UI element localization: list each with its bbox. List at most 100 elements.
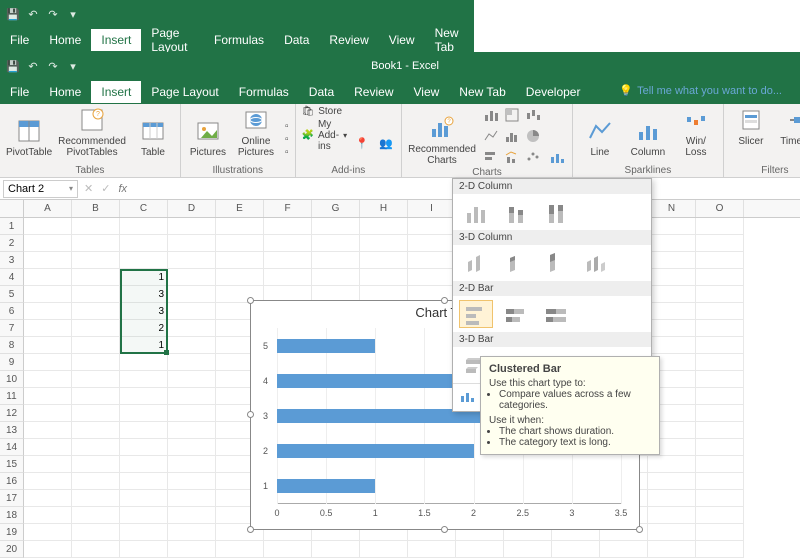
cell-H3[interactable] [360,252,408,269]
chart-option-3dcol-100stacked[interactable] [539,249,573,277]
cell-C7[interactable]: 2 [120,320,168,337]
cell-A15[interactable] [24,456,72,473]
cell-N7[interactable] [648,320,696,337]
pivotchart-button[interactable] [548,148,566,166]
cell-B4[interactable] [72,269,120,286]
cell-D18[interactable] [168,507,216,524]
cell-A17[interactable] [24,490,72,507]
cell-N20[interactable] [648,541,696,558]
cell-E20[interactable] [216,541,264,558]
row-header-1[interactable]: 1 [0,218,24,235]
col-header-O[interactable]: O [696,200,744,217]
cell-A5[interactable] [24,286,72,303]
cell-A19[interactable] [24,524,72,541]
cell-O9[interactable] [696,354,744,371]
cell-D6[interactable] [168,303,216,320]
menu-tab-file[interactable]: File [0,81,39,103]
cell-A8[interactable] [24,337,72,354]
pivottable-button[interactable]: PivotTable [6,117,52,158]
cell-N1[interactable] [648,218,696,235]
col-header-F[interactable]: F [264,200,312,217]
row-header-19[interactable]: 19 [0,524,24,541]
chevron-down-icon[interactable]: ▾ [69,184,73,193]
chart-waterfall-dropdown[interactable] [524,106,542,124]
cell-A9[interactable] [24,354,72,371]
cell-D5[interactable] [168,286,216,303]
row-header-8[interactable]: 8 [0,337,24,354]
spline-button[interactable]: Line [579,117,621,158]
cell-D13[interactable] [168,422,216,439]
row-header-7[interactable]: 7 [0,320,24,337]
cell-F3[interactable] [264,252,312,269]
cell-O19[interactable] [696,524,744,541]
cell-D20[interactable] [168,541,216,558]
chart-option-col-100stacked[interactable] [539,198,573,226]
spreadsheet-grid[interactable]: ABCDEFGHIJKLMNO 123415363728191011121314… [0,200,800,558]
row-header-13[interactable]: 13 [0,422,24,439]
redo-icon[interactable]: ↷ [46,7,60,21]
menu-tab-view[interactable]: View [379,29,425,51]
cell-G2[interactable] [312,235,360,252]
menu-tab-insert[interactable]: Insert [91,29,141,51]
resize-handle-s[interactable] [441,526,448,533]
bing-maps-icon[interactable]: 📍 [353,134,371,152]
cell-A6[interactable] [24,303,72,320]
cell-N15[interactable] [648,456,696,473]
menu-tab-formulas[interactable]: Formulas [204,29,274,51]
menu-tab-newtab[interactable]: New Tab [449,81,515,103]
cell-B5[interactable] [72,286,120,303]
cell-B8[interactable] [72,337,120,354]
cell-O6[interactable] [696,303,744,320]
cell-A12[interactable] [24,405,72,422]
cell-N16[interactable] [648,473,696,490]
cell-O16[interactable] [696,473,744,490]
store-button[interactable]: 🛍 Store [302,106,348,117]
cell-A3[interactable] [24,252,72,269]
cell-O14[interactable] [696,439,744,456]
cell-B7[interactable] [72,320,120,337]
row-header-16[interactable]: 16 [0,473,24,490]
cell-F20[interactable] [264,541,312,558]
cell-G3[interactable] [312,252,360,269]
cell-B20[interactable] [72,541,120,558]
resize-handle-nw[interactable] [247,297,254,304]
cell-O10[interactable] [696,371,744,388]
chart-option-bar-100stacked[interactable] [539,300,573,328]
cell-C12[interactable] [120,405,168,422]
chart-bar[interactable] [277,479,375,493]
cell-C16[interactable] [120,473,168,490]
cell-B9[interactable] [72,354,120,371]
cell-D14[interactable] [168,439,216,456]
cell-L20[interactable] [552,541,600,558]
cell-A7[interactable] [24,320,72,337]
cell-C10[interactable] [120,371,168,388]
cell-F2[interactable] [264,235,312,252]
row-header-14[interactable]: 14 [0,439,24,456]
cell-E3[interactable] [216,252,264,269]
resize-handle-se[interactable] [636,526,643,533]
cell-G20[interactable] [312,541,360,558]
cell-O3[interactable] [696,252,744,269]
cell-O17[interactable] [696,490,744,507]
col-header-A[interactable]: A [24,200,72,217]
cell-O2[interactable] [696,235,744,252]
cell-B3[interactable] [72,252,120,269]
cell-B14[interactable] [72,439,120,456]
col-header-G[interactable]: G [312,200,360,217]
customize-icon[interactable]: ▾ [66,7,80,21]
cell-N8[interactable] [648,337,696,354]
myaddins-button[interactable]: 🧩 My Add-ins ▾ [302,119,348,152]
enter-formula-icon[interactable]: ✓ [101,182,110,195]
recommended-charts-button[interactable]: ? Recommended Charts [408,114,476,166]
cell-I2[interactable] [408,235,456,252]
cell-C14[interactable] [120,439,168,456]
chart-option-col-clustered[interactable] [459,198,493,226]
table-button[interactable]: Table [132,117,174,158]
cell-G1[interactable] [312,218,360,235]
cell-N2[interactable] [648,235,696,252]
col-header-B[interactable]: B [72,200,120,217]
spcol-button[interactable]: Column [627,117,669,158]
cell-A20[interactable] [24,541,72,558]
spwl-button[interactable]: Win/ Loss [675,106,717,158]
cancel-formula-icon[interactable]: ✕ [84,182,93,195]
